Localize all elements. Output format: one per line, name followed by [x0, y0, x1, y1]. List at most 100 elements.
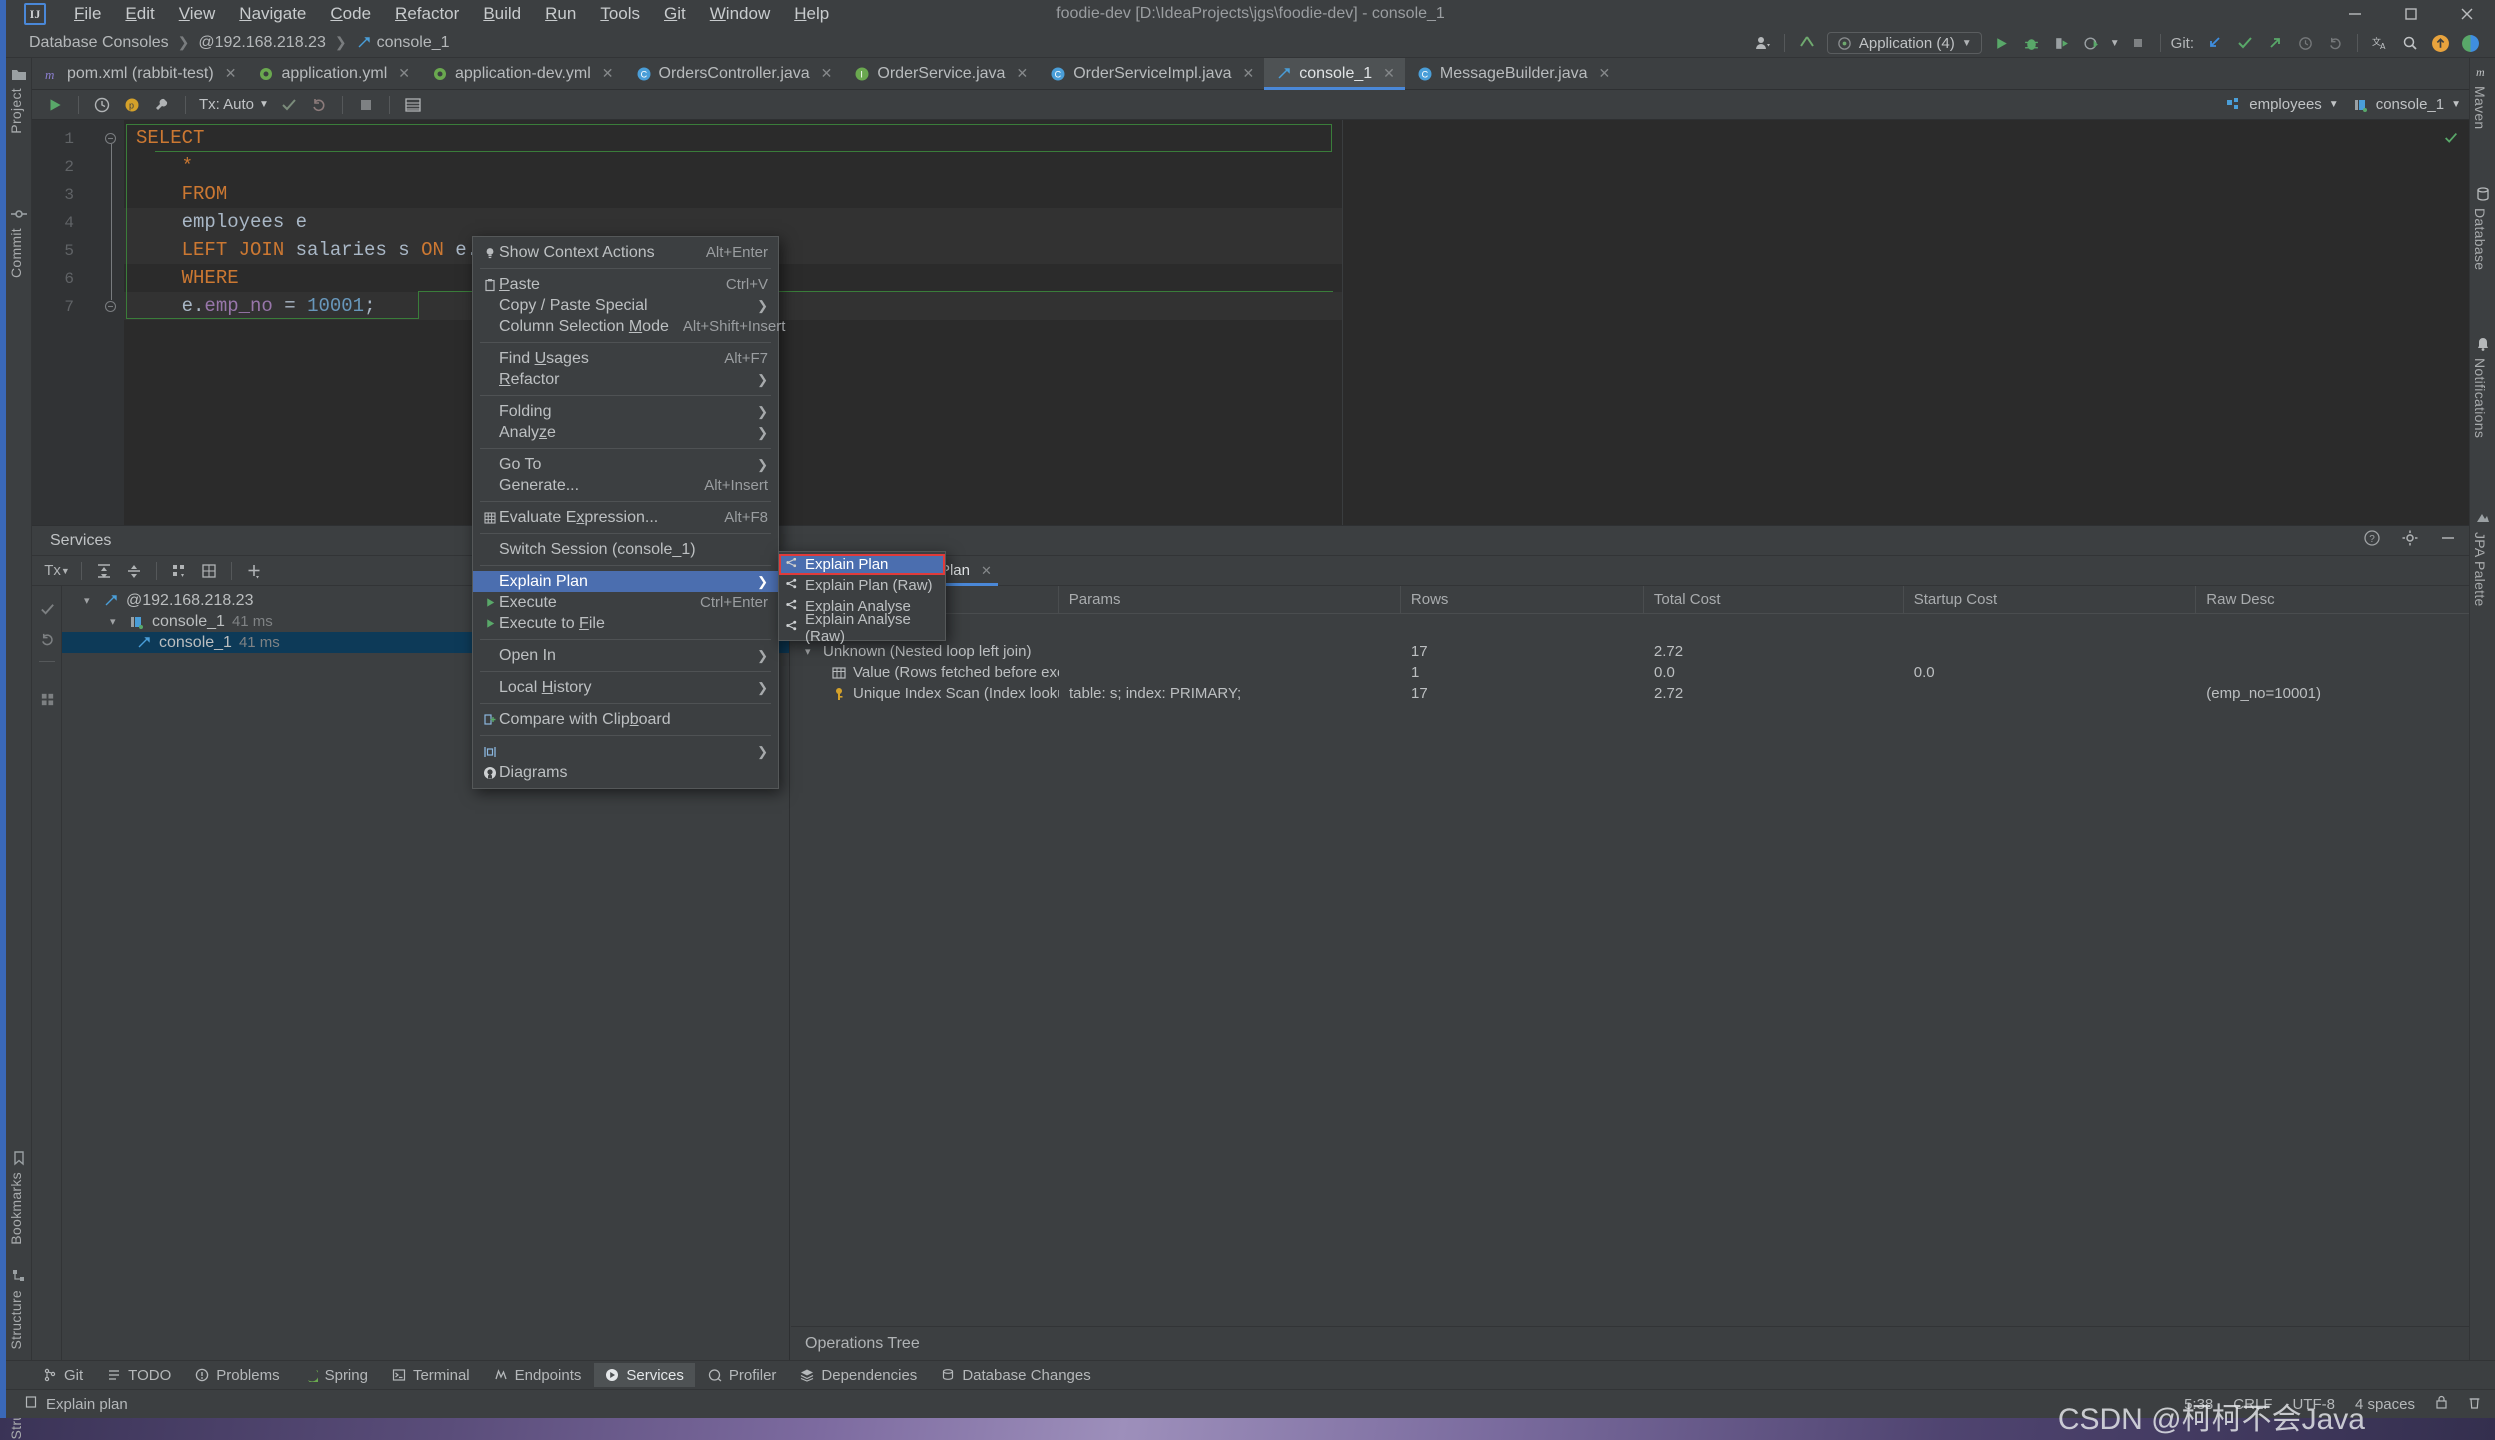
menu-build[interactable]: Build	[471, 1, 533, 27]
schema-selector[interactable]: employees ▼	[2226, 96, 2339, 113]
menu-item-create-gist[interactable]: Diagrams	[473, 762, 778, 783]
explain-plan-submenu[interactable]: Explain Plan Explain Plan (Raw) Explain …	[778, 551, 946, 645]
sql-editor[interactable]: 1 2 3 4 5 6 7 SELECT * FROM employees e …	[32, 120, 2469, 525]
close-icon[interactable]: ✕	[602, 65, 614, 82]
bottom-tab-dependencies[interactable]: Dependencies	[789, 1363, 928, 1387]
lock-icon[interactable]	[2435, 1395, 2448, 1414]
chevron-down-icon[interactable]: ▾	[805, 645, 817, 658]
structure-icon[interactable]	[11, 1268, 27, 1284]
parameters-icon[interactable]: p	[117, 92, 147, 118]
editor-tab-application-dev-yml[interactable]: application-dev.yml ✕	[420, 58, 624, 89]
bottom-tab-spring[interactable]: Spring	[293, 1363, 379, 1387]
menu-tools[interactable]: Tools	[588, 1, 652, 27]
commit-tx-button[interactable]	[274, 92, 304, 118]
stop-query-button[interactable]	[351, 92, 381, 118]
maven-icon[interactable]: m	[2475, 64, 2491, 80]
right-strip-label-notifications[interactable]: Notifications	[2472, 358, 2488, 438]
menu-item-copy-paste-special[interactable]: Copy / Paste Special ❯	[473, 295, 778, 316]
menu-navigate[interactable]: Navigate	[227, 1, 318, 27]
editor-tab-order-service-impl[interactable]: C OrderServiceImpl.java ✕	[1038, 58, 1264, 89]
line-separator[interactable]: CRLF	[2233, 1396, 2272, 1413]
inspection-status-icon[interactable]	[2443, 130, 2459, 151]
editor-tab-message-builder[interactable]: C MessageBuilder.java ✕	[1405, 58, 1620, 89]
chevron-down-icon[interactable]: ▼	[2107, 30, 2123, 56]
bottom-tab-services[interactable]: Services	[594, 1363, 695, 1387]
data-source-properties-icon[interactable]	[398, 92, 428, 118]
run-with-coverage-button[interactable]	[2047, 30, 2077, 56]
upload-plugin-icon[interactable]	[2425, 30, 2455, 56]
bottom-tab-todo[interactable]: TODO	[96, 1363, 182, 1387]
git-update-icon[interactable]	[2200, 30, 2230, 56]
close-icon[interactable]: ✕	[1016, 65, 1028, 82]
editor-tab-pom-xml[interactable]: m pom.xml (rabbit-test) ✕	[32, 58, 246, 89]
history-icon[interactable]	[87, 92, 117, 118]
menu-item-find-usages[interactable]: Find Usages Alt+F7	[473, 348, 778, 369]
translate-icon[interactable]: 文A	[2365, 30, 2395, 56]
tx-toolbar-button[interactable]: Tx ▼	[40, 558, 74, 584]
submenu-item-explain-plan-raw[interactable]: Explain Plan (Raw)	[779, 575, 945, 596]
submenu-item-explain-analyse-raw[interactable]: Explain Analyse (Raw)	[779, 611, 945, 645]
left-strip-label-commit[interactable]: Commit	[8, 228, 24, 278]
plan-row-value[interactable]: Value (Rows fetched before execution) 1 …	[791, 662, 2469, 683]
commit-icon[interactable]	[11, 206, 27, 222]
left-strip-label-project[interactable]: Project	[8, 88, 24, 134]
menu-item-analyze[interactable]: Analyze ❯	[473, 422, 778, 443]
group-by-icon[interactable]	[164, 558, 194, 584]
execute-button[interactable]	[40, 92, 70, 118]
menu-git[interactable]: Git	[652, 1, 698, 27]
right-strip-label-maven[interactable]: Maven	[2472, 86, 2488, 130]
bookmarks-icon[interactable]	[11, 1150, 27, 1166]
bottom-tab-terminal[interactable]: Terminal	[381, 1363, 481, 1387]
column-header-params[interactable]: Params	[1059, 586, 1401, 613]
chevron-down-icon[interactable]: ▾	[110, 615, 122, 628]
right-strip-label-jpa-palette[interactable]: JPA Palette	[2472, 532, 2488, 607]
profile-button[interactable]	[2077, 30, 2107, 56]
minimize-button[interactable]	[2327, 0, 2383, 28]
menu-item-refactor[interactable]: Refactor ❯	[473, 369, 778, 390]
menu-item-compare-with-clipboard[interactable]: Compare with Clipboard	[473, 709, 778, 730]
run-button[interactable]	[1987, 30, 2017, 56]
menu-item-evaluate-expression[interactable]: Evaluate Expression... Alt+F8	[473, 507, 778, 528]
menu-item-generate[interactable]: Generate... Alt+Insert	[473, 475, 778, 496]
collapse-all-icon[interactable]	[119, 558, 149, 584]
breadcrumb-item-1[interactable]: @192.168.218.23	[195, 34, 328, 52]
chevron-down-icon[interactable]: ▾	[84, 594, 96, 607]
menu-item-explain-plan[interactable]: Explain Plan ❯	[473, 571, 778, 592]
bottom-tab-endpoints[interactable]: Endpoints	[483, 1363, 593, 1387]
left-strip-label-structure[interactable]: Structure	[8, 1290, 24, 1350]
menu-run[interactable]: Run	[533, 1, 588, 27]
close-icon[interactable]: ✕	[225, 65, 237, 82]
maximize-button[interactable]	[2383, 0, 2439, 28]
trash-icon[interactable]	[2468, 1395, 2481, 1414]
git-commit-icon[interactable]	[2230, 30, 2260, 56]
editor-tab-console-1[interactable]: console_1 ✕	[1264, 58, 1405, 90]
expand-all-icon[interactable]	[89, 558, 119, 584]
column-header-raw-desc[interactable]: Raw Desc	[2196, 586, 2469, 613]
editor-tab-orders-controller[interactable]: C OrdersController.java ✕	[624, 58, 843, 89]
breadcrumb-item-0[interactable]: Database Consoles	[26, 34, 172, 52]
run-configuration-selector[interactable]: Application (4) ▼	[1826, 32, 1982, 54]
show-in-grid-icon[interactable]	[194, 558, 224, 584]
update-project-icon[interactable]	[1792, 30, 1822, 56]
user-account-icon[interactable]	[1747, 30, 1777, 56]
ide-feature-icon[interactable]	[2455, 30, 2485, 56]
search-icon[interactable]	[2395, 30, 2425, 56]
bell-icon[interactable]	[2475, 336, 2491, 352]
caret-position[interactable]: 5:38	[2184, 1396, 2213, 1413]
bottom-tab-git[interactable]: Git	[32, 1363, 94, 1387]
commit-tx-icon[interactable]	[32, 594, 62, 624]
close-icon[interactable]: ✕	[1383, 65, 1395, 82]
bottom-tab-profiler[interactable]: Profiler	[697, 1363, 788, 1387]
rollback-tx-button[interactable]	[304, 92, 334, 118]
close-button[interactable]	[2439, 0, 2495, 28]
jpa-palette-icon[interactable]	[2475, 510, 2491, 526]
column-header-rows[interactable]: Rows	[1401, 586, 1644, 613]
menu-item-go-to[interactable]: Go To ❯	[473, 454, 778, 475]
show-grid-icon[interactable]	[32, 684, 62, 714]
column-header-startup-cost[interactable]: Startup Cost	[1904, 586, 2197, 613]
add-service-icon[interactable]	[239, 558, 269, 584]
editor-tab-order-service[interactable]: I OrderService.java ✕	[842, 58, 1038, 89]
close-icon[interactable]: ✕	[821, 65, 833, 82]
project-icon[interactable]	[11, 66, 27, 82]
menu-item-open-in[interactable]: Open In ❯	[473, 645, 778, 666]
